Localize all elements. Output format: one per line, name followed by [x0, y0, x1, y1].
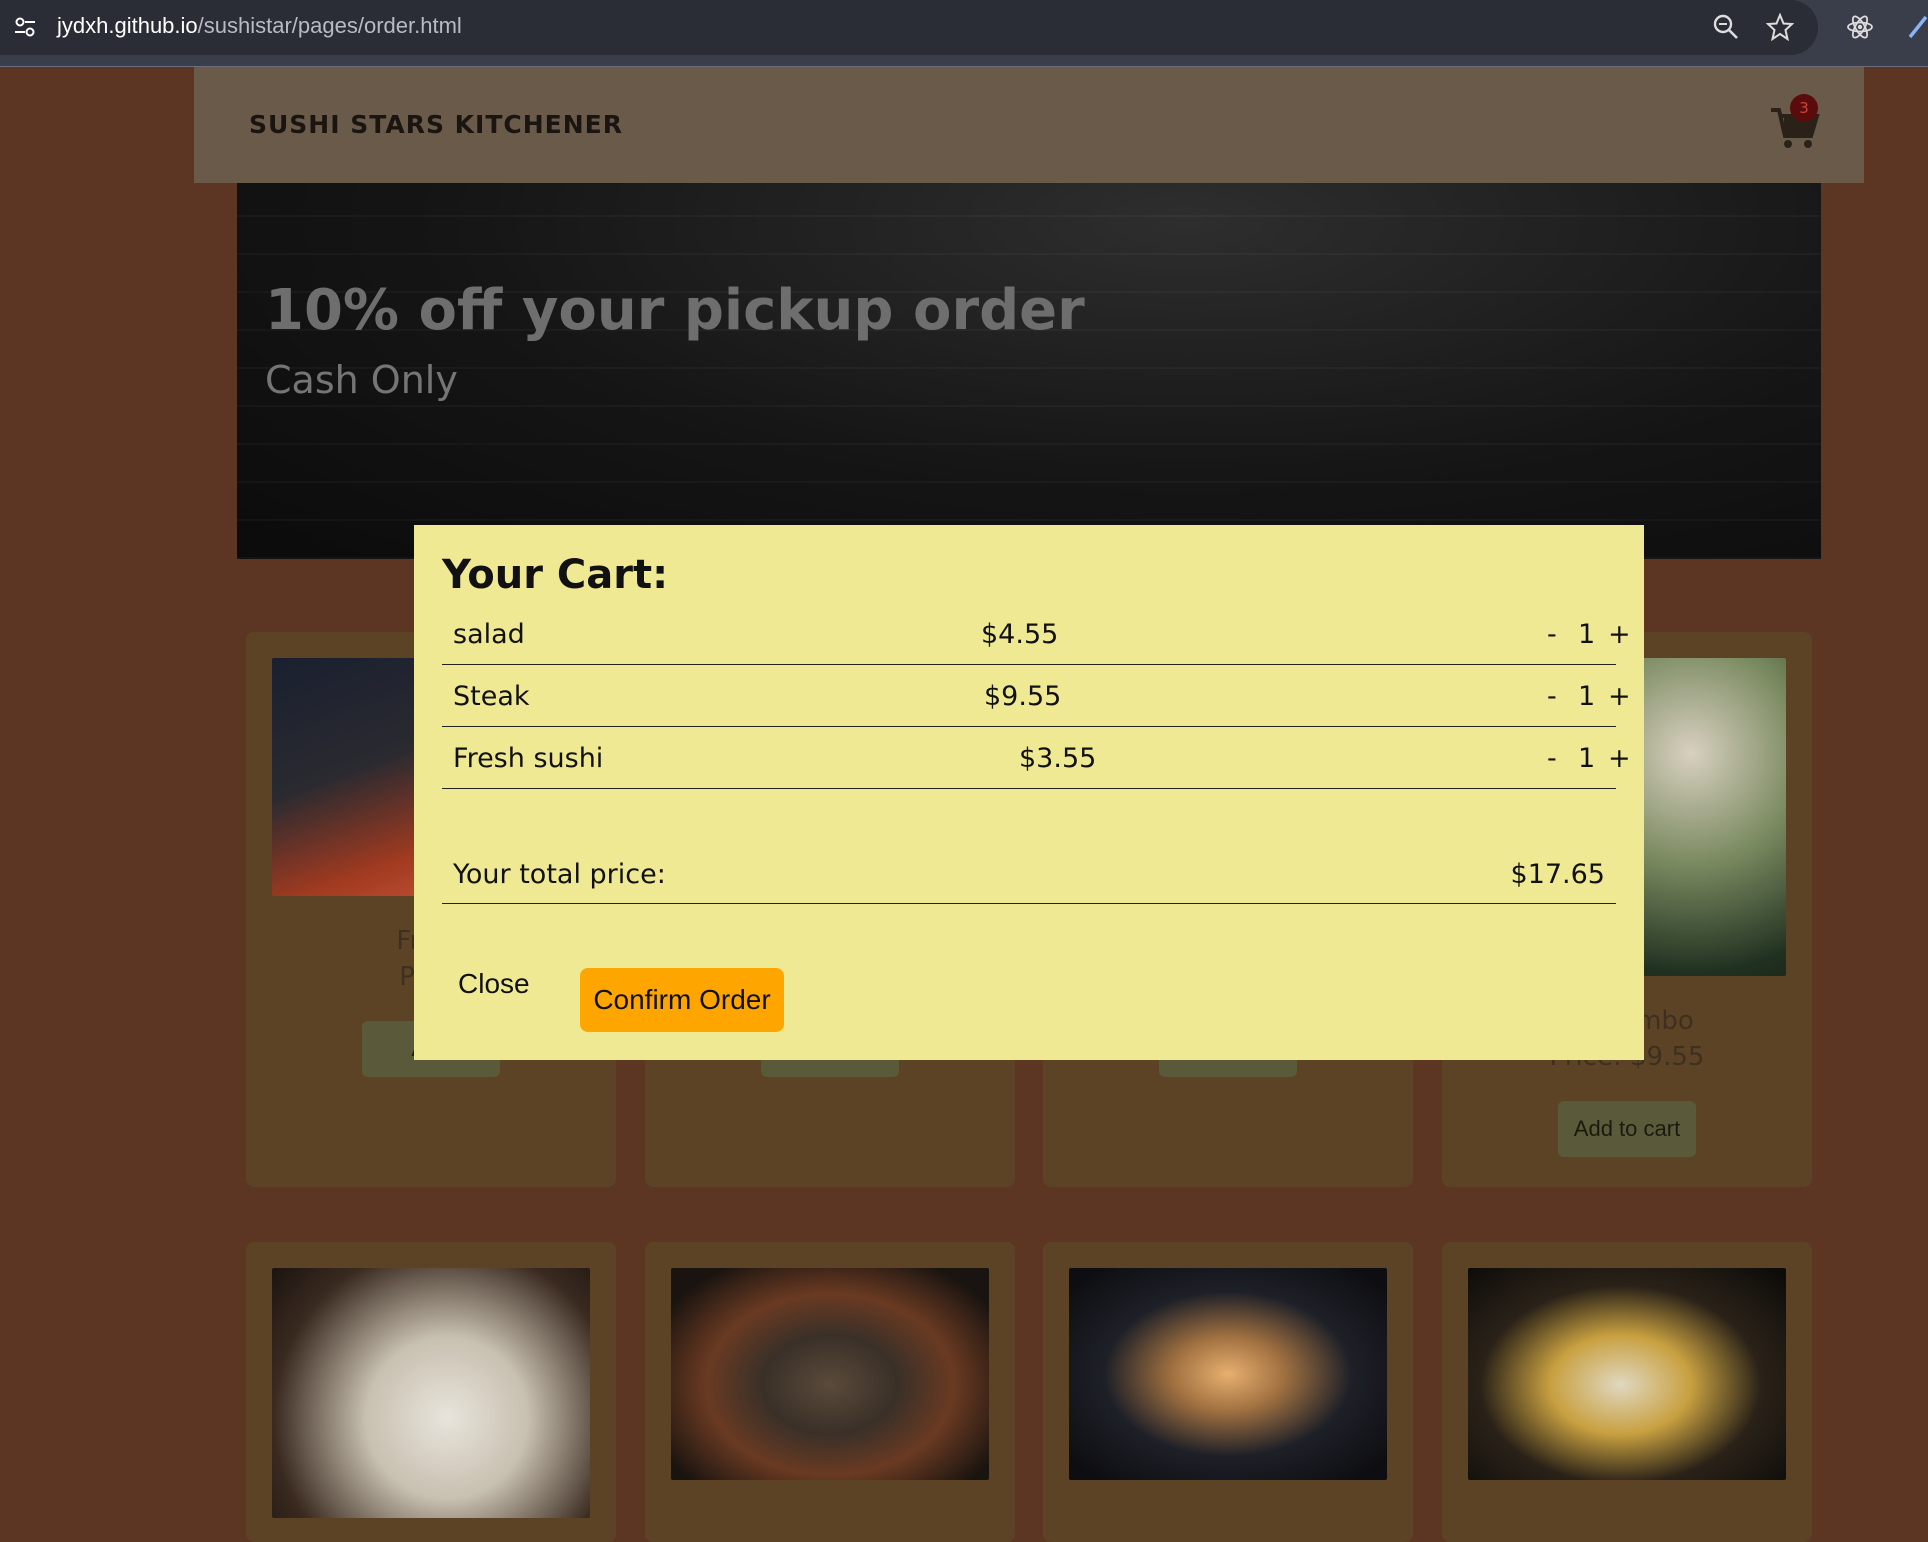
cart-item-qty: 1 — [1578, 743, 1596, 774]
increase-qty-button[interactable]: + — [1608, 743, 1631, 774]
total-value: $17.65 — [1510, 859, 1605, 890]
decrease-qty-button[interactable]: - — [1547, 743, 1557, 774]
address-bar[interactable]: jydxh.github.io/sushistar/pages/order.ht… — [0, 0, 1818, 55]
menu-card — [645, 1242, 1015, 1542]
cart-item-price: $3.55 — [1019, 743, 1097, 774]
cart-item-name: Steak — [453, 681, 530, 712]
cart-item-price: $4.55 — [981, 619, 1059, 650]
cart-item-name: salad — [453, 619, 525, 650]
food-image — [671, 1268, 989, 1480]
increase-qty-button[interactable]: + — [1608, 619, 1631, 650]
promo-subtitle: Cash Only — [265, 358, 458, 402]
cart-item-row: salad $4.55 - 1 + — [442, 603, 1631, 665]
cart-item-row: Steak $9.55 - 1 + — [442, 665, 1631, 727]
promo-title: 10% off your pickup order — [265, 278, 1085, 343]
menu-card — [1043, 1242, 1413, 1542]
site-navbar: SUSHI STARS KITCHENER 3 — [194, 67, 1864, 183]
cart-item-price: $9.55 — [984, 681, 1062, 712]
cart-title: Your Cart: — [442, 552, 669, 598]
cart-item-qty: 1 — [1578, 681, 1596, 712]
site-info-icon[interactable] — [12, 14, 38, 40]
menu-card — [1442, 1242, 1812, 1542]
zoom-icon[interactable] — [1712, 13, 1740, 41]
food-image — [272, 1268, 590, 1518]
bookmark-star-icon[interactable] — [1766, 13, 1794, 41]
food-image — [1468, 1268, 1786, 1480]
url-text[interactable]: jydxh.github.io/sushistar/pages/order.ht… — [57, 13, 462, 39]
cart-item-qty: 1 — [1578, 619, 1596, 650]
cart-item-name: Fresh sushi — [453, 743, 604, 774]
add-to-cart-button[interactable]: Add to cart — [1558, 1101, 1696, 1157]
react-devtools-icon[interactable] — [1846, 13, 1874, 41]
cart-count-badge: 3 — [1790, 94, 1818, 122]
confirm-order-button[interactable]: Confirm Order — [580, 968, 784, 1032]
total-label: Your total price: — [453, 859, 666, 890]
promo-banner: 10% off your pickup order Cash Only — [237, 183, 1821, 559]
decrease-qty-button[interactable]: - — [1547, 681, 1557, 712]
food-image — [1069, 1268, 1387, 1480]
cart-total-row: Your total price: $17.65 — [442, 847, 1616, 904]
cart-modal: Your Cart: salad $4.55 - 1 + Steak $9.55… — [414, 525, 1644, 1060]
site-brand[interactable]: SUSHI STARS KITCHENER — [249, 110, 623, 139]
menu-card — [246, 1242, 616, 1542]
close-button[interactable]: Close — [458, 968, 530, 1000]
cart-item-row: Fresh sushi $3.55 - 1 + — [442, 727, 1631, 789]
pen-icon[interactable] — [1904, 13, 1928, 41]
increase-qty-button[interactable]: + — [1608, 681, 1631, 712]
browser-toolbar: jydxh.github.io/sushistar/pages/order.ht… — [0, 0, 1928, 67]
decrease-qty-button[interactable]: - — [1547, 619, 1557, 650]
